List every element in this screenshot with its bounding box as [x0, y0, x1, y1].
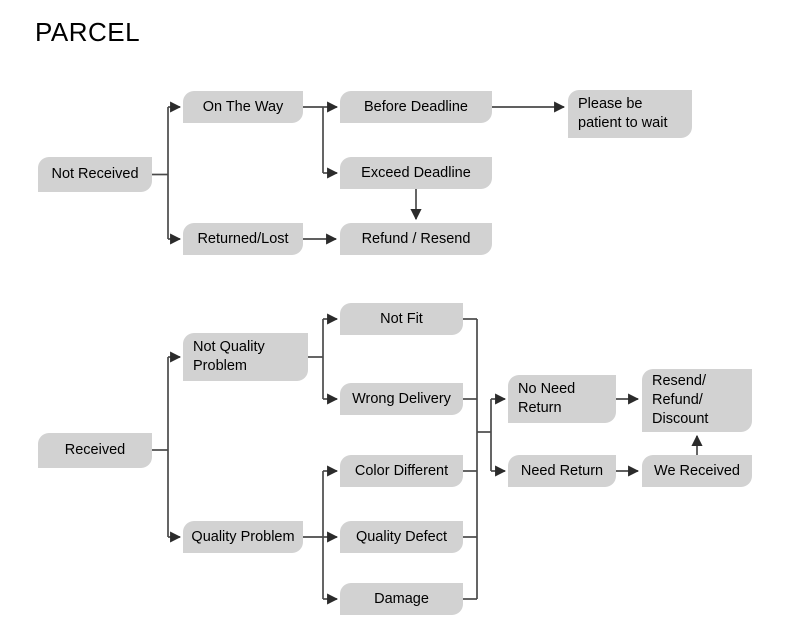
- node-not-received[interactable]: Not Received: [38, 157, 152, 192]
- node-refund-resend[interactable]: Refund / Resend: [340, 223, 492, 255]
- node-wrong-delivery[interactable]: Wrong Delivery: [340, 383, 463, 415]
- node-quality-defect[interactable]: Quality Defect: [340, 521, 463, 553]
- node-color-different[interactable]: Color Different: [340, 455, 463, 487]
- node-before-deadline[interactable]: Before Deadline: [340, 91, 492, 123]
- node-exceed-deadline[interactable]: Exceed Deadline: [340, 157, 492, 189]
- page-title: PARCEL: [35, 17, 141, 47]
- node-resend-refund-discount[interactable]: Resend/ Refund/ Discount: [642, 369, 752, 432]
- node-returned-lost[interactable]: Returned/Lost: [183, 223, 303, 255]
- node-need-return[interactable]: Need Return: [508, 455, 616, 487]
- node-we-received[interactable]: We Received: [642, 455, 752, 487]
- node-damage[interactable]: Damage: [340, 583, 463, 615]
- flowchart-canvas: PARCEL Not Received On The Way Returned/…: [0, 0, 800, 642]
- node-not-quality-problem[interactable]: Not Quality Problem: [183, 333, 308, 381]
- node-please-be-patient-to-wait[interactable]: Please be patient to wait: [568, 90, 692, 138]
- node-no-need-return[interactable]: No Need Return: [508, 375, 616, 423]
- node-not-fit[interactable]: Not Fit: [340, 303, 463, 335]
- node-received[interactable]: Received: [38, 433, 152, 468]
- node-quality-problem[interactable]: Quality Problem: [183, 521, 303, 553]
- node-on-the-way[interactable]: On The Way: [183, 91, 303, 123]
